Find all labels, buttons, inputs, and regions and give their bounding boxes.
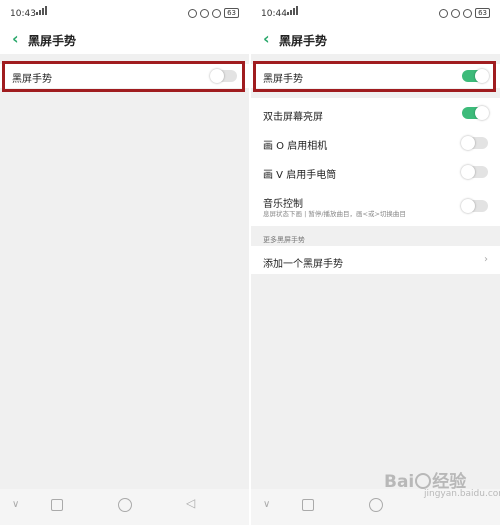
chevron-down-icon[interactable]: ∨ (263, 499, 270, 510)
status-icons: 63 (439, 8, 490, 18)
music-control-toggle[interactable] (461, 199, 488, 213)
page-title: 黑屏手势 (279, 34, 328, 48)
home-circle-icon[interactable] (118, 498, 132, 512)
option-label: 画 O 启用相机 (263, 141, 328, 152)
navigation-bar: ∨ ◁ (0, 489, 249, 525)
sync-icon (200, 8, 210, 18)
option-label: 双击屏幕亮屏 (263, 112, 323, 123)
battery-icon: 63 (224, 8, 239, 18)
recents-square-icon[interactable] (302, 499, 314, 511)
watermark-url: jingyan.baidu.com (424, 489, 500, 499)
toggle-knob (475, 106, 489, 120)
status-bar: 10:44 63 (251, 0, 500, 24)
recents-square-icon[interactable] (51, 499, 63, 511)
battery-icon: 63 (475, 8, 490, 18)
paw-logo-icon (415, 473, 432, 489)
toggle-knob (461, 165, 475, 179)
gesture-options-list: 双击屏幕亮屏 画 O 启用相机 画 V 启用手电筒 音乐控制 息屏状态下画 | … (251, 98, 500, 226)
draw-o-toggle[interactable] (461, 136, 488, 150)
highlight-box (2, 61, 245, 92)
highlight-box (253, 61, 496, 92)
signal-icon (36, 6, 47, 15)
double-tap-toggle[interactable] (462, 106, 489, 120)
alarm-icon (439, 8, 449, 18)
back-triangle-icon[interactable]: ◁ (186, 496, 195, 510)
page-title: 黑屏手势 (28, 34, 77, 48)
option-description: 息屏状态下画 | 暂停/播放曲目，画<或>切换曲目 (263, 210, 406, 218)
draw-v-toggle[interactable] (461, 165, 488, 179)
title-bar: ‹ 黑屏手势 (251, 24, 500, 54)
section-title: 更多黑屏手势 (263, 236, 305, 244)
watermark-brand: Bai (384, 472, 415, 492)
chevron-down-icon[interactable]: ∨ (12, 499, 19, 510)
status-icons: 63 (188, 8, 239, 18)
option-music-control[interactable]: 音乐控制 息屏状态下画 | 暂停/播放曲目，画<或>切换曲目 (251, 188, 500, 226)
option-label: 画 V 启用手电筒 (263, 170, 337, 181)
back-arrow-icon[interactable]: ‹ (263, 31, 270, 47)
option-draw-v-flashlight[interactable]: 画 V 启用手电筒 (251, 158, 500, 188)
title-bar: ‹ 黑屏手势 (0, 24, 249, 54)
chevron-right-icon: › (484, 254, 488, 265)
status-time: 10:43 (10, 9, 36, 19)
toggle-knob (461, 136, 475, 150)
add-gesture-label: 添加一个黑屏手势 (263, 259, 343, 270)
option-double-tap-wake[interactable]: 双击屏幕亮屏 (251, 98, 500, 128)
option-draw-o-camera[interactable]: 画 O 启用相机 (251, 128, 500, 158)
alarm-icon (188, 8, 198, 18)
back-arrow-icon[interactable]: ‹ (12, 31, 19, 47)
status-time: 10:44 (261, 9, 287, 19)
add-gesture-row[interactable]: 添加一个黑屏手势 › (251, 246, 500, 274)
status-bar: 10:43 63 (0, 0, 249, 24)
sync-icon (451, 8, 461, 18)
clock-icon (463, 8, 473, 18)
baidu-watermark: Bai 经验 jingyan.baidu.com (384, 467, 500, 499)
toggle-knob (461, 199, 475, 213)
clock-icon (212, 8, 222, 18)
home-circle-icon[interactable] (369, 498, 383, 512)
signal-icon (287, 6, 298, 15)
